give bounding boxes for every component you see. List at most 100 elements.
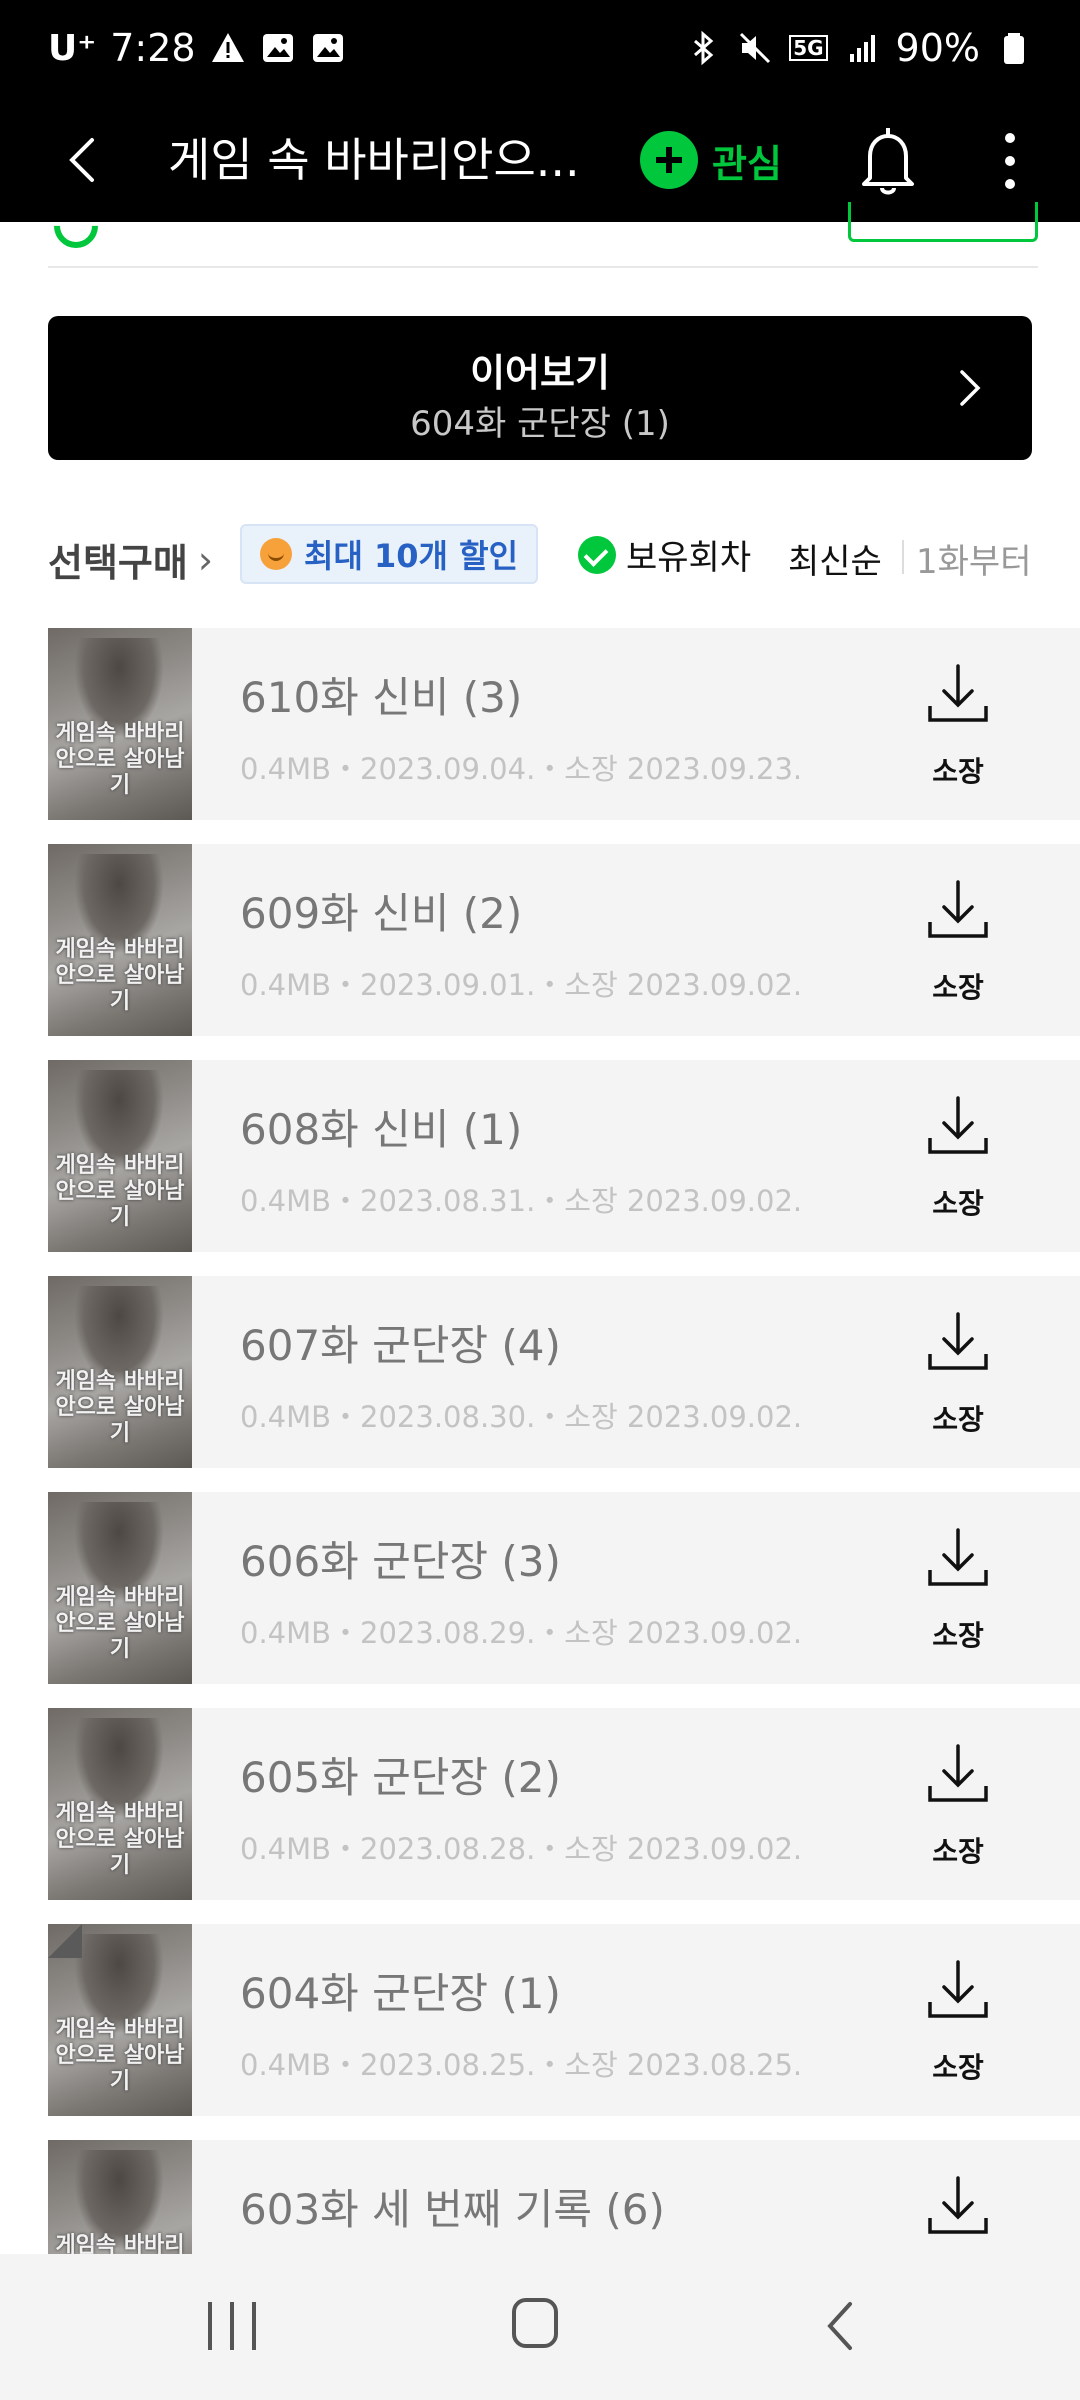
episode-item[interactable]: 게임속 바바리안으로 살아남기 610화 신비 (3) 0.4MB・2023.0…	[48, 628, 1080, 820]
episode-item[interactable]: 게임속 바바리안으로 살아남기 607화 군단장 (4) 0.4MB・2023.…	[48, 1276, 1080, 1468]
continue-reading-button[interactable]: 이어보기 604화 군단장 (1)	[48, 316, 1032, 460]
discount-label: 최대 10개 할인	[304, 537, 519, 575]
sort-first-button[interactable]: 1화부터	[916, 534, 1031, 583]
system-nav-bar	[0, 2254, 1080, 2400]
chevron-right-icon: ›	[197, 537, 214, 582]
episode-item[interactable]: 게임속 바바리안으로 살아남기 603화 세 번째 기록 (6)	[48, 2140, 1080, 2254]
owned-episodes-filter[interactable]: 보유회차	[578, 530, 751, 579]
interest-button[interactable]: 관심	[640, 122, 782, 198]
status-right: 5G 90%	[685, 26, 1032, 70]
episode-item[interactable]: 게임속 바바리안으로 살아남기 605화 군단장 (2) 0.4MB・2023.…	[48, 1708, 1080, 1900]
episode-meta: 0.4MB・2023.09.04.・소장 2023.09.23.	[240, 752, 803, 786]
episode-list: 게임속 바바리안으로 살아남기 610화 신비 (3) 0.4MB・2023.0…	[48, 628, 1080, 2254]
download-button[interactable]: 소장	[918, 1096, 998, 1226]
thumbnail-title: 게임속 바바리안으로 살아남기	[55, 1800, 185, 1878]
gallery-icon	[262, 34, 293, 62]
episode-thumbnail: 게임속 바바리안으로 살아남기	[48, 628, 192, 820]
signal-icon	[849, 35, 875, 62]
gallery-icon	[312, 34, 343, 62]
page-title: 게임 속 바바리안으...	[168, 133, 580, 187]
episode-title: 610화 신비 (3)	[240, 673, 523, 722]
download-label: 소장	[932, 971, 984, 1004]
more-options-icon[interactable]	[990, 126, 1030, 196]
clock: 7:28	[110, 26, 196, 70]
thumbnail-title: 게임속 바바리안으로 살아남기	[55, 1368, 185, 1446]
episode-item[interactable]: 게임속 바바리안으로 살아남기 604화 군단장 (1) 0.4MB・2023.…	[48, 1924, 1080, 2116]
episode-title: 607화 군단장 (4)	[240, 1321, 561, 1370]
download-icon	[928, 1744, 988, 1802]
download-button[interactable]: 소장	[918, 1312, 998, 1442]
coin-icon	[260, 538, 292, 570]
download-icon	[928, 664, 988, 722]
home-button[interactable]	[512, 2298, 558, 2348]
download-label: 소장	[932, 1619, 984, 1652]
episode-item[interactable]: 게임속 바바리안으로 살아남기 608화 신비 (1) 0.4MB・2023.0…	[48, 1060, 1080, 1252]
download-icon	[928, 1312, 988, 1370]
battery-icon	[1004, 33, 1024, 64]
download-button[interactable]: 소장	[918, 1960, 998, 2090]
episode-title: 605화 군단장 (2)	[240, 1753, 561, 1802]
partial-button	[848, 202, 1038, 242]
download-label: 소장	[932, 1835, 984, 1868]
download-icon	[928, 1096, 988, 1154]
episode-thumbnail: 게임속 바바리안으로 살아남기	[48, 1492, 192, 1684]
episode-item[interactable]: 게임속 바바리안으로 살아남기 606화 군단장 (3) 0.4MB・2023.…	[48, 1492, 1080, 1684]
episode-meta: 0.4MB・2023.09.01.・소장 2023.09.02.	[240, 968, 803, 1002]
episode-meta: 0.4MB・2023.08.25.・소장 2023.08.25.	[240, 2048, 803, 2082]
download-icon	[928, 1960, 988, 2018]
download-icon	[928, 2176, 988, 2234]
thumbnail-title: 게임속 바바리안으로 살아남기	[55, 936, 185, 1014]
episode-thumbnail: 게임속 바바리안으로 살아남기	[48, 1060, 192, 1252]
download-button[interactable]	[918, 2176, 998, 2254]
episode-title: 603화 세 번째 기록 (6)	[240, 2185, 665, 2234]
download-label: 소장	[932, 1403, 984, 1436]
select-buy-label: 선택구매	[48, 541, 188, 585]
thumbnail-title: 게임속 바바리안으로 살아남기	[55, 720, 185, 798]
download-button[interactable]: 소장	[918, 880, 998, 1010]
thumbnail-title: 게임속 바바리안으로 살아남기	[55, 2016, 185, 2094]
download-button[interactable]: 소장	[918, 664, 998, 794]
thumbnail-title: 게임속 바바리안으로 살아남기	[55, 2232, 185, 2254]
download-label: 소장	[932, 2051, 984, 2084]
episode-thumbnail: 게임속 바바리안으로 살아남기	[48, 1276, 192, 1468]
owned-label: 보유회차	[626, 538, 752, 578]
episode-meta: 0.4MB・2023.08.31.・소장 2023.09.02.	[240, 1184, 803, 1218]
check-icon	[578, 535, 616, 574]
chevron-right-icon	[960, 370, 981, 406]
episode-title: 608화 신비 (1)	[240, 1105, 523, 1154]
discount-badge[interactable]: 최대 10개 할인	[240, 524, 539, 584]
download-label: 소장	[932, 1187, 984, 1220]
warning-icon	[211, 33, 244, 62]
plus-icon	[640, 131, 698, 189]
episode-meta: 0.4MB・2023.08.30.・소장 2023.09.02.	[240, 1400, 803, 1434]
status-left: U⁺ 7:28	[48, 26, 346, 70]
sort-latest-button[interactable]: 최신순	[788, 534, 882, 583]
download-button[interactable]: 소장	[918, 1744, 998, 1874]
continue-subtitle: 604화 군단장 (1)	[410, 404, 670, 444]
select-buy-button[interactable]: 선택구매 ›	[48, 532, 213, 587]
recent-apps-button[interactable]	[208, 2302, 258, 2350]
back-button[interactable]	[56, 128, 116, 192]
divider	[902, 540, 904, 574]
thumbnail-title: 게임속 바바리안으로 살아남기	[55, 1584, 185, 1662]
download-icon	[928, 880, 988, 938]
episode-thumbnail: 게임속 바바리안으로 살아남기	[48, 2140, 192, 2254]
network-type: 5G	[789, 35, 828, 61]
system-back-button[interactable]	[820, 2298, 860, 2354]
continue-title: 이어보기	[470, 351, 610, 395]
mute-icon	[740, 32, 771, 64]
download-label: 소장	[932, 755, 984, 788]
download-button[interactable]: 소장	[918, 1528, 998, 1658]
episode-title: 606화 군단장 (3)	[240, 1537, 561, 1586]
filter-row: 선택구매 › 최대 10개 할인 보유회차 최신순 1화부터	[48, 520, 1032, 596]
last-read-marker	[48, 1924, 82, 1958]
bell-icon[interactable]	[856, 120, 920, 200]
episode-thumbnail: 게임속 바바리안으로 살아남기	[48, 844, 192, 1036]
episode-title: 604화 군단장 (1)	[240, 1969, 561, 2018]
episode-thumbnail: 게임속 바바리안으로 살아남기	[48, 1708, 192, 1900]
episode-meta: 0.4MB・2023.08.29.・소장 2023.09.02.	[240, 1616, 803, 1650]
episode-meta: 0.4MB・2023.08.28.・소장 2023.09.02.	[240, 1832, 803, 1866]
interest-label: 관심	[712, 141, 782, 186]
download-icon	[928, 1528, 988, 1586]
episode-item[interactable]: 게임속 바바리안으로 살아남기 609화 신비 (2) 0.4MB・2023.0…	[48, 844, 1080, 1036]
